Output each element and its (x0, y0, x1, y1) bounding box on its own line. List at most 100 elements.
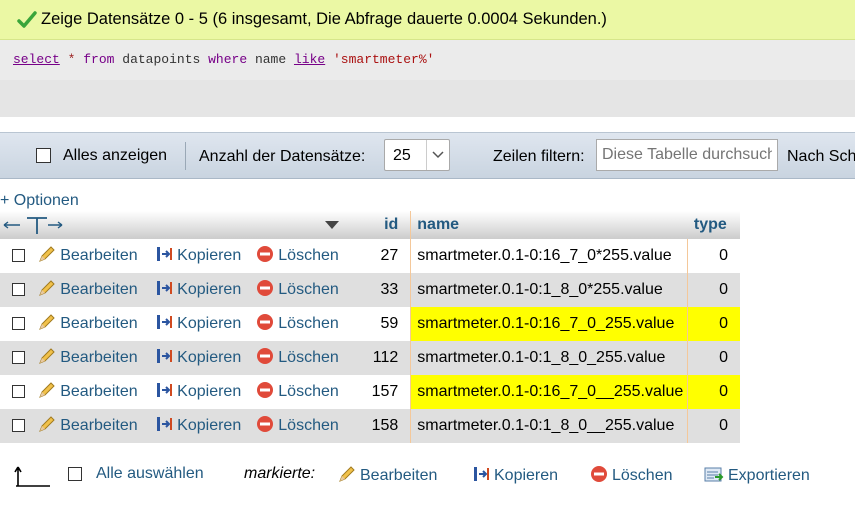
row-delete-button[interactable]: Löschen (256, 279, 339, 298)
pencil-icon (38, 415, 56, 438)
row-copy-cell: Kopieren (154, 409, 255, 443)
bulk-edit-button[interactable]: Bearbeiten (338, 465, 437, 488)
row-copy-cell: Kopieren (154, 273, 255, 307)
row-id: 112 (372, 349, 399, 366)
row-delete-cell: Löschen (255, 273, 352, 307)
row-copy-button[interactable]: Kopieren (155, 416, 242, 434)
bulk-export-button[interactable]: Exportieren (704, 465, 810, 488)
bulk-actions-bar: Alle auswählen markierte: Bearbeiten Kop… (0, 458, 855, 494)
rows-count-select[interactable]: 25 (384, 139, 450, 171)
row-delete-button[interactable]: Löschen (256, 347, 339, 366)
delete-icon (256, 381, 274, 404)
results-table: id name type Bearbeiten Kopieren Löschen 27… (0, 211, 740, 443)
row-delete-button[interactable]: Löschen (256, 245, 339, 264)
row-delete-button[interactable]: Löschen (256, 313, 339, 332)
row-checkbox[interactable] (12, 419, 25, 433)
select-all-checkbox[interactable] (68, 467, 82, 481)
table-row[interactable]: Bearbeiten Kopieren Löschen 33 smartmeter.0.… (0, 273, 740, 307)
row-type: 0 (719, 247, 728, 264)
row-delete-cell: Löschen (255, 409, 352, 443)
column-toggle-header (0, 211, 353, 239)
column-resize-arrows-icon[interactable] (3, 217, 63, 234)
row-copy-button[interactable]: Kopieren (155, 314, 241, 332)
row-checkbox-cell (0, 375, 37, 409)
table-header-row: id name type (0, 211, 740, 239)
column-header-name[interactable]: name (410, 211, 688, 239)
sql-keyword-where: where (208, 52, 248, 67)
sort-dropdown-icon[interactable] (325, 221, 339, 229)
row-copy-cell: Kopieren (154, 375, 255, 409)
row-checkbox-cell (0, 273, 37, 307)
bulk-export-label: Exportieren (728, 467, 810, 484)
select-dropdown-button[interactable] (426, 140, 449, 170)
row-edit-label: Bearbeiten (60, 314, 138, 332)
row-checkbox-cell (0, 409, 37, 443)
filter-rows-input[interactable] (596, 139, 778, 171)
row-id: 33 (380, 281, 399, 298)
show-all-label[interactable]: Alles anzeigen (63, 147, 167, 165)
row-copy-label: Kopieren (177, 246, 242, 264)
delete-icon (256, 347, 274, 370)
bulk-copy-button[interactable]: Kopieren (472, 465, 558, 488)
row-edit-button[interactable]: Bearbeiten (38, 381, 138, 400)
row-copy-button[interactable]: Kopieren (155, 280, 241, 298)
pencil-icon (38, 279, 56, 302)
row-type: 0 (719, 349, 728, 366)
row-edit-label: Bearbeiten (60, 246, 138, 264)
navigation-bar: Alles anzeigen Anzahl der Datensätze: 25… (0, 132, 855, 179)
row-edit-button[interactable]: Bearbeiten (38, 347, 138, 366)
table-row[interactable]: Bearbeiten Kopieren Löschen 112 smartmeter.0… (0, 341, 740, 375)
nav-divider (185, 142, 186, 170)
row-checkbox[interactable] (12, 385, 25, 399)
row-copy-button[interactable]: Kopieren (155, 348, 241, 366)
delete-icon (256, 245, 274, 268)
sql-query[interactable]: select * from datapoints where name like… (13, 52, 434, 67)
row-checkbox-cell (0, 341, 37, 375)
table-row[interactable]: Bearbeiten Kopieren Löschen 27 smartmeter.0.… (0, 239, 740, 273)
row-checkbox[interactable] (12, 351, 25, 365)
bulk-delete-label: Löschen (612, 467, 673, 484)
row-name: smartmeter.0.1-0:16_7_0_255.value (410, 307, 689, 341)
row-name: smartmeter.0.1-0:1_8_0__255.value (410, 409, 689, 443)
pencil-icon (38, 245, 56, 268)
row-edit-button[interactable]: Bearbeiten (38, 313, 138, 332)
row-delete-label: Löschen (278, 314, 339, 332)
delete-icon (590, 465, 608, 488)
sql-string: 'smartmeter%' (333, 52, 435, 67)
row-copy-cell: Kopieren (154, 239, 255, 273)
row-delete-button[interactable]: Löschen (256, 381, 339, 400)
sql-keyword-like[interactable]: like (294, 52, 325, 67)
row-delete-button[interactable]: Löschen (256, 415, 339, 434)
row-checkbox[interactable] (12, 283, 25, 297)
table-row[interactable]: Bearbeiten Kopieren Löschen 157 smartmeter.0… (0, 375, 740, 409)
delete-icon (256, 415, 274, 438)
column-header-type[interactable]: type (687, 211, 740, 239)
row-copy-button[interactable]: Kopieren (155, 382, 242, 400)
bulk-delete-button[interactable]: Löschen (590, 465, 673, 488)
row-id: 157 (371, 383, 399, 400)
table-body: Bearbeiten Kopieren Löschen 27 smartmeter.0.… (0, 239, 740, 443)
row-checkbox[interactable] (12, 249, 25, 263)
row-edit-cell: Bearbeiten (37, 307, 154, 341)
row-copy-label: Kopieren (177, 416, 242, 434)
row-copy-button[interactable]: Kopieren (155, 246, 242, 264)
options-link[interactable]: + Optionen (0, 192, 79, 210)
row-edit-cell: Bearbeiten (37, 239, 154, 273)
copy-icon (155, 347, 173, 370)
row-delete-label: Löschen (278, 382, 339, 400)
row-edit-button[interactable]: Bearbeiten (38, 279, 138, 298)
copy-icon (155, 245, 173, 268)
table-row[interactable]: Bearbeiten Kopieren Löschen 59 smartmeter.0.… (0, 307, 740, 341)
column-header-id[interactable]: id (352, 211, 411, 239)
row-edit-label: Bearbeiten (60, 416, 138, 434)
row-edit-button[interactable]: Bearbeiten (38, 415, 138, 434)
sql-keyword-select[interactable]: select (13, 52, 60, 67)
row-copy-label: Kopieren (177, 382, 242, 400)
row-checkbox[interactable] (12, 317, 25, 331)
select-all-label[interactable]: Alle auswählen (96, 465, 204, 483)
bulk-edit-label: Bearbeiten (360, 467, 438, 484)
table-row[interactable]: Bearbeiten Kopieren Löschen 158 smartmeter.0… (0, 409, 740, 443)
checkmark-icon (17, 11, 37, 28)
show-all-checkbox[interactable] (36, 148, 51, 163)
row-edit-button[interactable]: Bearbeiten (38, 245, 138, 264)
